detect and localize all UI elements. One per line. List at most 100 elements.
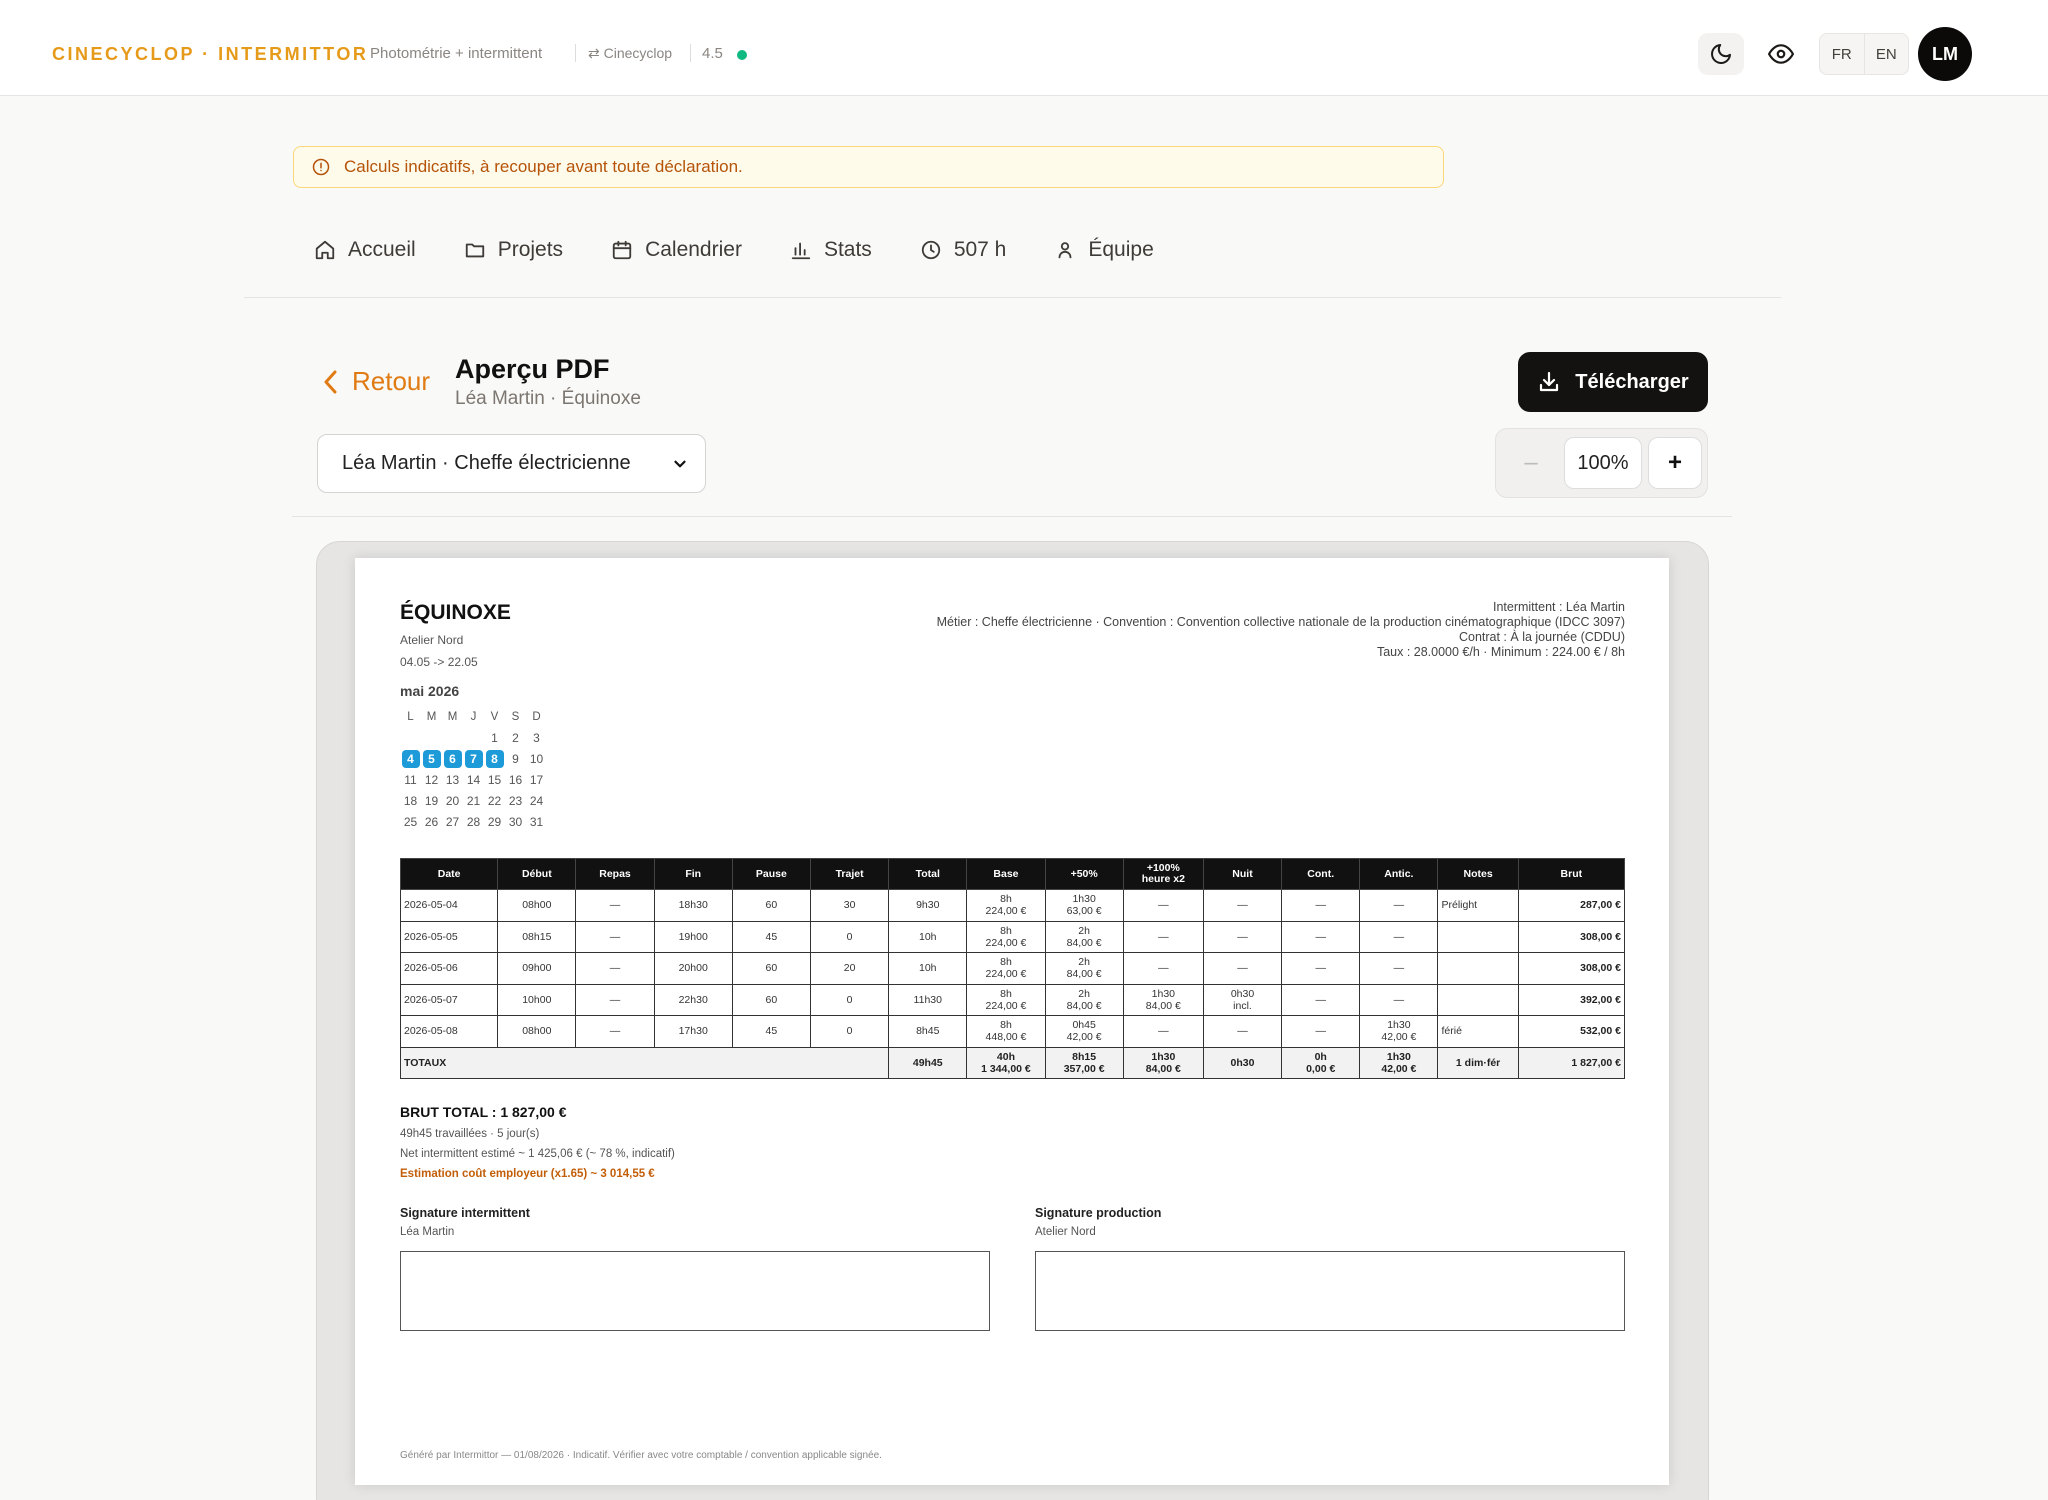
table-cell: — <box>1202 1015 1283 1048</box>
table-header-cell: Date <box>399 858 499 890</box>
totals-cell: 1h30 42,00 € <box>1359 1046 1439 1079</box>
totals-cell: 49h45 <box>888 1046 968 1079</box>
top-bar: CINECYCLOP · INTERMITTOR Photométrie + i… <box>0 0 2048 96</box>
table-cell: — <box>575 983 655 1016</box>
main-nav: Accueil Projets Calendrier Stats 507 h É… <box>314 238 1202 262</box>
nav-team[interactable]: Équipe <box>1054 238 1154 262</box>
chevron-down-icon <box>674 460 686 468</box>
table-cell: 22h30 <box>653 983 733 1016</box>
table-header-cell: Cont. <box>1281 858 1361 890</box>
gross-total: BRUT TOTAL : 1 827,00 € <box>400 1104 567 1120</box>
table-cell: 60 <box>731 952 811 985</box>
doc-company: ÉQUINOXE <box>400 601 511 624</box>
table-cell: 10h <box>888 952 968 985</box>
zoom-in-button[interactable]: + <box>1648 437 1702 489</box>
signature-worker-name: Léa Martin <box>400 1226 455 1238</box>
table-cell: — <box>575 920 655 953</box>
table-cell: — <box>1281 952 1361 985</box>
download-label: Télécharger <box>1575 370 1689 393</box>
signature-worker-box <box>400 1251 990 1331</box>
download-icon <box>1540 371 1559 392</box>
status-dot <box>737 50 747 60</box>
table-cell: 0h30 incl. <box>1202 983 1283 1016</box>
calendar-weekday: L <box>407 710 414 723</box>
table-cell: — <box>1122 920 1204 953</box>
table-cell: 8h45 <box>888 1015 968 1048</box>
table-cell: 11h30 <box>888 983 968 1016</box>
doc-info-line: Taux : 28.0000 €/h · Minimum : 224.00 € … <box>1376 645 1625 659</box>
calendar-day: 24 <box>529 793 544 808</box>
table-header-cell: Nuit <box>1202 858 1283 890</box>
calendar-day <box>442 729 463 747</box>
lang-fr-button[interactable]: FR <box>1820 34 1865 74</box>
calendar-day: 18 <box>403 793 418 808</box>
table-cell: — <box>1202 920 1283 953</box>
moon-icon <box>1711 44 1731 64</box>
table-header-cell: Total <box>888 858 968 890</box>
calendar-day: 30 <box>508 814 523 829</box>
version-label: 4.5 <box>702 45 723 62</box>
download-button[interactable]: Télécharger <box>1518 352 1708 412</box>
language-switch: FR EN <box>1819 33 1909 75</box>
table-cell: 8h 224,00 € <box>966 983 1046 1016</box>
table-cell: 60 <box>731 889 811 922</box>
zoom-level: 100% <box>1564 437 1642 489</box>
visibility-button[interactable] <box>1758 33 1804 75</box>
timesheet-table: Date Début Repas Fin Pause Trajet Total Base +50… <box>399 858 1626 1079</box>
calendar-weekday: M <box>426 710 437 723</box>
calendar-week-row: 4 5 6 7 8 9 10 <box>400 748 547 769</box>
table-cell: — <box>1281 920 1361 953</box>
calendar-weekday: D <box>532 710 541 723</box>
table-header-cell: Début <box>497 858 577 890</box>
nav-projects[interactable]: Projets <box>464 238 563 262</box>
calendar-day: 10 <box>529 751 544 766</box>
table-cell: — <box>1359 920 1439 953</box>
table-row: 2026-05-05 08h15—19h00 45 0 10h 8h 224,00 €2h… <box>399 920 1626 953</box>
table-cell: — <box>1122 952 1204 985</box>
table-cell: — <box>1281 983 1361 1016</box>
table-cell: 09h00 <box>497 952 577 985</box>
mini-calendar: L M M J V S D 1 2 3 4 5 6 7 8 9 10 11 12 13 14 15 16 17 18 19 20 21… <box>400 706 547 832</box>
divider <box>690 44 691 62</box>
nav-home[interactable]: Accueil <box>314 238 416 262</box>
calendar-day-worked: 7 <box>464 749 483 768</box>
pdf-page: ÉQUINOXE Atelier Nord 04.05 -> 22.05 Int… <box>355 558 1669 1485</box>
table-row: 2026-05-07 10h00—22h30 60 0 11h30 8h 224,00 €… <box>399 983 1626 1016</box>
person-select[interactable]: Léa Martin · Cheffe électricienne <box>317 434 706 493</box>
calendar-day: 21 <box>466 793 481 808</box>
calendar-week-row: 123 <box>400 727 547 748</box>
calendar-day <box>463 729 484 747</box>
back-button[interactable]: Retour <box>322 366 430 397</box>
table-cell: — <box>1359 983 1439 1016</box>
table-cell: 2h 84,00 € <box>1044 983 1124 1016</box>
nav-calendar[interactable]: Calendrier <box>611 238 742 262</box>
avatar[interactable]: LM <box>1918 27 1972 81</box>
table-cell <box>1437 952 1519 985</box>
table-cell: 2h 84,00 € <box>1044 920 1124 953</box>
nav-hours[interactable]: 507 h <box>920 238 1007 262</box>
switch-app-link[interactable]: ⇄ Cinecyclop <box>588 45 672 62</box>
clock-icon <box>921 240 940 260</box>
table-cell: 20 <box>809 952 890 985</box>
calendar-day: 3 <box>533 730 540 745</box>
calendar-day: 29 <box>487 814 502 829</box>
summary-employer-cost: Estimation coût employeur (x1.65) ~ 3 01… <box>400 1168 655 1180</box>
alert-circle-icon <box>312 158 330 176</box>
nav-hours-label: 507 h <box>953 238 1007 261</box>
lang-en-button[interactable]: EN <box>1865 34 1909 74</box>
table-cell: — <box>575 889 655 922</box>
doc-worker-info: Intermittent : Léa Martin Métier : Cheff… <box>937 600 1625 660</box>
doc-info-line: Métier : Cheffe électricienne · Conventi… <box>936 615 1625 629</box>
table-cell <box>1437 983 1519 1016</box>
brand-logo[interactable]: CINECYCLOP · INTERMITTOR <box>52 44 368 65</box>
table-cell: — <box>1202 889 1283 922</box>
table-cell: 532,00 € <box>1517 1015 1626 1048</box>
table-cell: — <box>575 952 655 985</box>
zoom-out-button[interactable]: – <box>1504 437 1558 489</box>
nav-stats[interactable]: Stats <box>790 238 872 262</box>
dark-mode-button[interactable] <box>1698 33 1744 75</box>
totals-cell: 1h30 84,00 € <box>1122 1046 1204 1079</box>
doc-footer: Généré par Intermittor — 01/08/2026 · In… <box>400 1450 882 1461</box>
table-cell: — <box>1281 1015 1361 1048</box>
calendar-day: 22 <box>487 793 502 808</box>
